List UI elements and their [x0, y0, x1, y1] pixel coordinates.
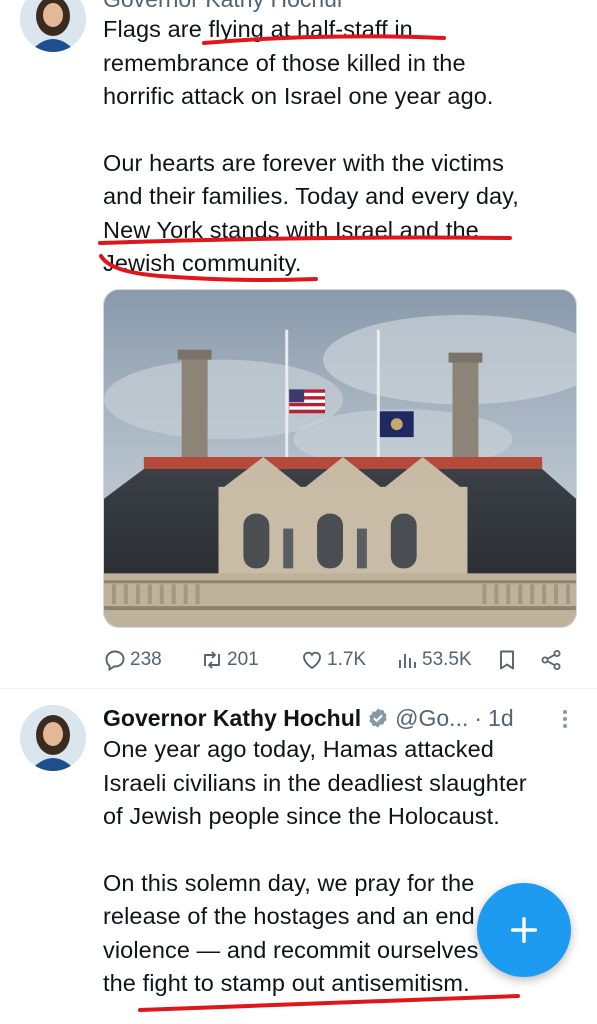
- repost-button[interactable]: 201: [200, 648, 259, 672]
- post-line: Our hearts are forever with the victims: [103, 149, 504, 176]
- post-line: of Jewish people since the Holocaust.: [103, 803, 500, 829]
- reply-count: 238: [130, 649, 162, 670]
- avatar[interactable]: [20, 0, 86, 52]
- views-icon: [399, 654, 416, 668]
- author-handle[interactable]: @Go...: [395, 705, 468, 732]
- author-name[interactable]: Governor Kathy Hochul: [103, 705, 361, 732]
- post-time[interactable]: 1d: [488, 705, 514, 732]
- reply-button[interactable]: 238: [103, 648, 162, 672]
- plus-icon: [510, 916, 538, 944]
- post-line: Flags are flying at half-staff in: [103, 16, 413, 42]
- action-bar: 238 201 1.7K 53.5K: [103, 644, 573, 676]
- post-image[interactable]: [103, 289, 577, 628]
- verified-badge-icon: [367, 707, 389, 729]
- like-count: 1.7K: [327, 649, 367, 670]
- share-button[interactable]: [539, 648, 563, 672]
- post-divider: [0, 688, 597, 689]
- timeline: Governor Kathy Hochul Flags are flying a…: [0, 0, 597, 1024]
- post-line: One year ago today, Hamas attacked: [103, 736, 494, 762]
- post-line: New York stands with Israel and the: [103, 216, 479, 243]
- repost-icon: [204, 651, 220, 669]
- post-header: Governor Kathy Hochul @Go... · 1d: [103, 701, 573, 735]
- bookmark-icon: [500, 650, 514, 670]
- reply-icon: [105, 650, 125, 672]
- repost-count: 201: [227, 649, 259, 670]
- compose-button[interactable]: [477, 883, 571, 977]
- post-line: and their families. Today and every day,: [103, 183, 519, 209]
- post-line: Jewish community.: [103, 250, 302, 276]
- post-line: Israeli civilians in the deadliest slaug…: [103, 769, 527, 796]
- bookmark-button[interactable]: [495, 648, 519, 672]
- more-icon[interactable]: [557, 707, 573, 731]
- views-button[interactable]: 53.5K: [395, 648, 472, 672]
- post-text: Flags are flying at half-staff in rememb…: [103, 13, 573, 281]
- like-button[interactable]: 1.7K: [300, 648, 366, 672]
- separator: ·: [474, 704, 483, 731]
- post-header-cut: Governor Kathy Hochul: [103, 0, 342, 13]
- share-icon: [541, 650, 561, 670]
- post-line: remembrance of those killed in the: [103, 49, 466, 76]
- avatar[interactable]: [20, 705, 86, 771]
- post-line: horrific attack on Israel one year ago.: [103, 83, 494, 109]
- heart-icon: [303, 651, 321, 670]
- views-count: 53.5K: [422, 649, 472, 670]
